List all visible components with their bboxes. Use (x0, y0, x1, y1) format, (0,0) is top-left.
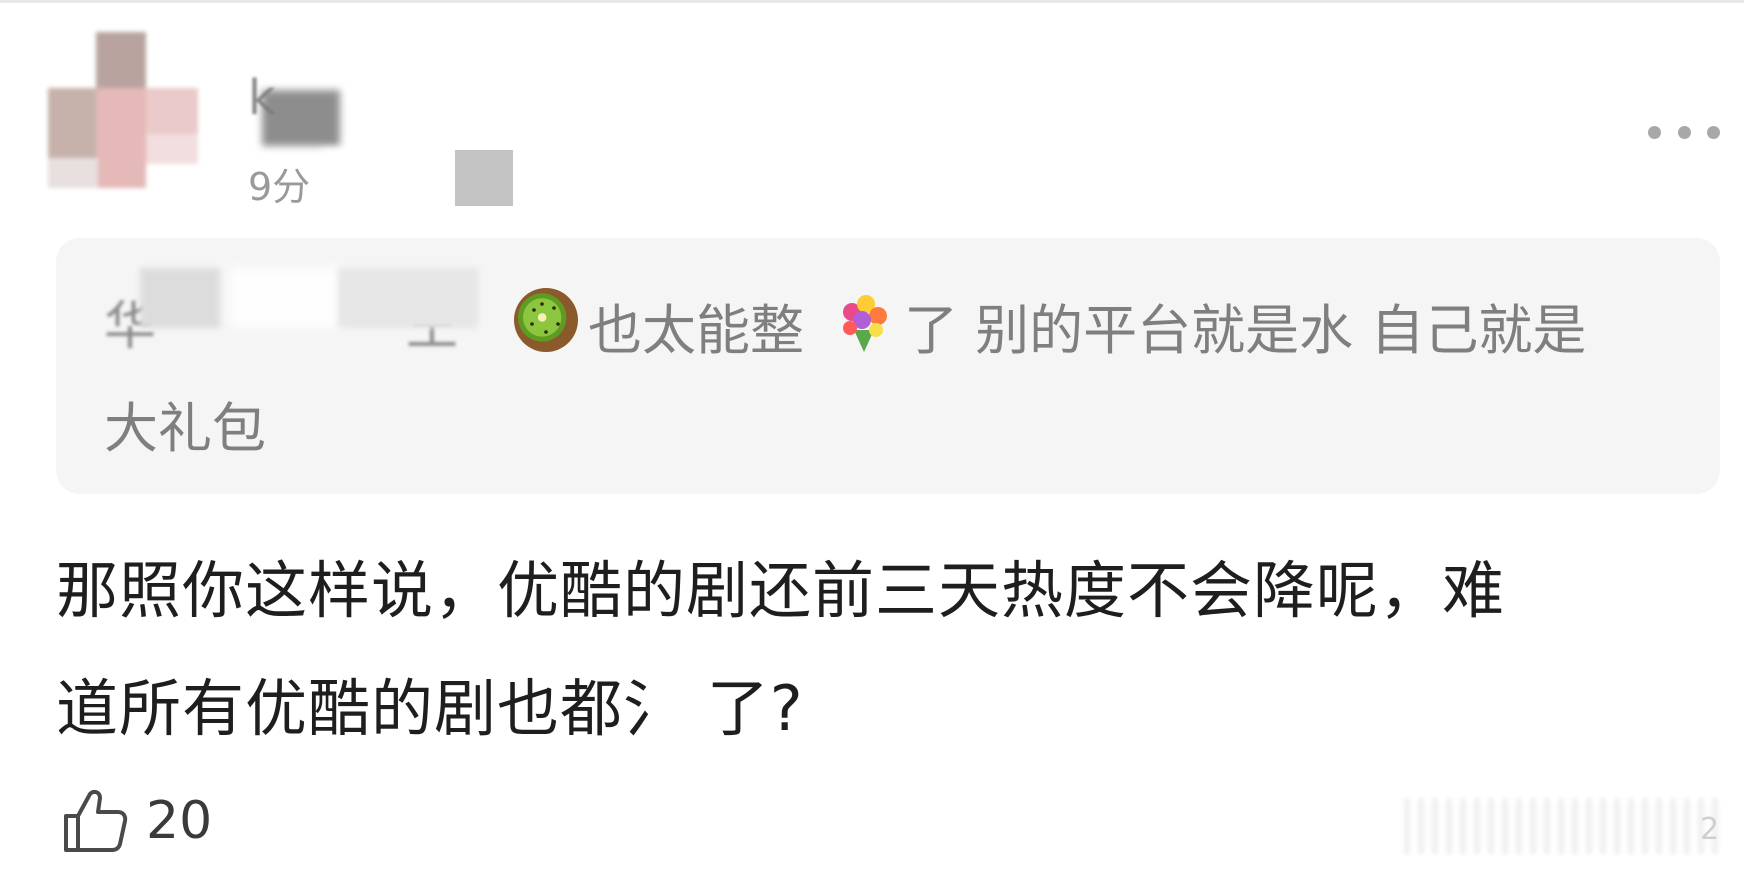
kiwi-seeds (530, 302, 560, 334)
comment-line-2: 道所有优酷的剧也都氵 了? (56, 672, 804, 745)
more-options-icon[interactable] (1648, 120, 1720, 144)
username-mask (262, 90, 340, 146)
like-count: 20 (146, 791, 213, 851)
quoted-text-part2: 了 别的平台就是水 自己就是 (904, 299, 1587, 362)
timestamp: 9分 (248, 165, 311, 209)
quoted-name-mask (230, 268, 340, 328)
watermark-text: 2 (1700, 812, 1720, 847)
top-divider (0, 0, 1744, 3)
avatar[interactable] (48, 32, 238, 208)
comment-body: 那照你这样说，优酷的剧还前三天热度不会降呢，难 道所有优酷的剧也都氵 了? (56, 532, 1716, 768)
comment-line-1: 那照你这样说，优酷的剧还前三天热度不会降呢，难 (56, 554, 1506, 627)
quoted-name-mask (338, 268, 478, 328)
bouquet-icon (843, 295, 887, 352)
watermark (1404, 798, 1720, 854)
like-button[interactable]: 20 (60, 786, 212, 856)
thumbs-up-icon (64, 789, 128, 852)
quoted-text-part1: 也太能整 (588, 299, 804, 362)
quoted-name-mask (140, 268, 220, 328)
quoted-text-line2: 大礼包 (104, 397, 266, 460)
location-mask (455, 150, 513, 206)
timestamp-mask (322, 150, 400, 202)
